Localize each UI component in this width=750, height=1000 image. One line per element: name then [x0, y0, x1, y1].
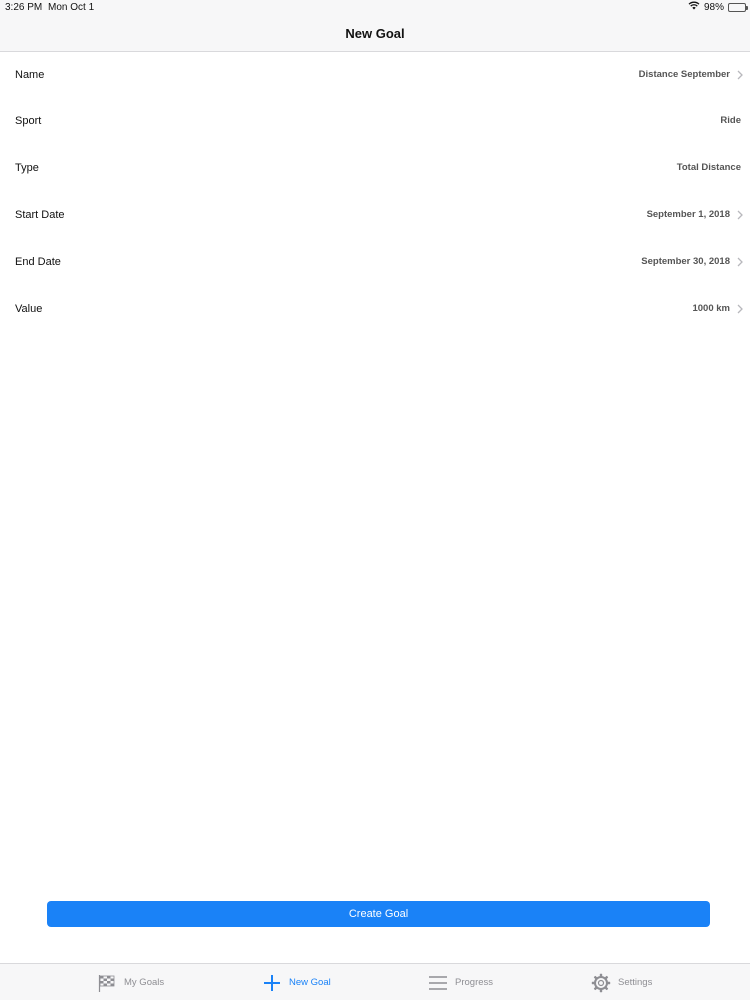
row-label: End Date: [15, 255, 61, 268]
tab-progress[interactable]: Progress: [428, 964, 493, 1000]
tab-label: Progress: [455, 977, 494, 988]
tab-my-goals[interactable]: My Goals: [97, 964, 164, 1000]
tab-label: My Goals: [124, 977, 165, 988]
form-row-end-date[interactable]: End Date September 30, 2018: [0, 238, 750, 285]
row-right: 1000 km: [692, 285, 750, 332]
row-value: September 1, 2018: [646, 209, 730, 220]
row-value: 1000 km: [692, 303, 730, 314]
row-right: September 1, 2018: [647, 191, 750, 238]
chevron-right-icon: [732, 67, 748, 83]
battery-percent: 98%: [703, 1, 724, 13]
create-goal-button[interactable]: Create Goal: [47, 901, 710, 927]
page-title: New Goal: [345, 26, 405, 41]
status-bar: 3:26 PM Mon Oct 1 98%: [0, 0, 750, 16]
list-lines-icon: [428, 973, 448, 993]
wifi-icon: [688, 1, 700, 13]
gear-icon: [591, 973, 611, 993]
row-value: Total Distance: [676, 162, 741, 173]
row-value: Distance September: [638, 69, 730, 80]
row-label: Type: [15, 161, 39, 174]
row-value: September 30, 2018: [641, 256, 730, 267]
status-right: 98%: [688, 1, 748, 13]
tab-new-goal[interactable]: New Goal: [262, 964, 331, 1000]
tab-label: Settings: [618, 977, 653, 988]
form-row-start-date[interactable]: Start Date September 1, 2018: [0, 191, 750, 238]
battery-icon: [728, 2, 748, 12]
navigation-bar: New Goal: [0, 16, 750, 52]
chevron-right-icon: [732, 207, 748, 223]
row-label: Name: [15, 68, 45, 81]
tab-label: New Goal: [289, 977, 331, 988]
goal-form: Name Distance September Sport Ride Type …: [0, 52, 750, 332]
form-row-type[interactable]: Type Total Distance: [0, 144, 750, 191]
row-right: Ride: [720, 97, 750, 144]
row-right: Total Distance: [677, 144, 750, 191]
form-row-sport[interactable]: Sport Ride: [0, 97, 750, 144]
row-label: Value: [15, 302, 43, 315]
row-right: Distance September: [639, 52, 750, 97]
tab-bar: My Goals New Goal Progress Settings: [0, 963, 750, 1000]
row-right: September 30, 2018: [641, 238, 750, 285]
chevron-right-icon: [732, 254, 748, 270]
checkered-flag-icon: [97, 973, 117, 993]
form-row-name[interactable]: Name Distance September: [0, 52, 750, 97]
tab-settings[interactable]: Settings: [591, 964, 652, 1000]
row-value: Ride: [720, 115, 741, 126]
app-window: 3:26 PM Mon Oct 1 98% New Goal Name Dist…: [0, 0, 750, 1000]
form-row-value[interactable]: Value 1000 km: [0, 285, 750, 332]
status-date: Mon Oct 1: [48, 2, 95, 13]
plus-icon: [262, 973, 282, 993]
status-time: 3:26 PM: [5, 2, 43, 13]
row-label: Start Date: [15, 208, 65, 221]
chevron-right-icon: [732, 301, 748, 317]
row-label: Sport: [15, 114, 42, 127]
